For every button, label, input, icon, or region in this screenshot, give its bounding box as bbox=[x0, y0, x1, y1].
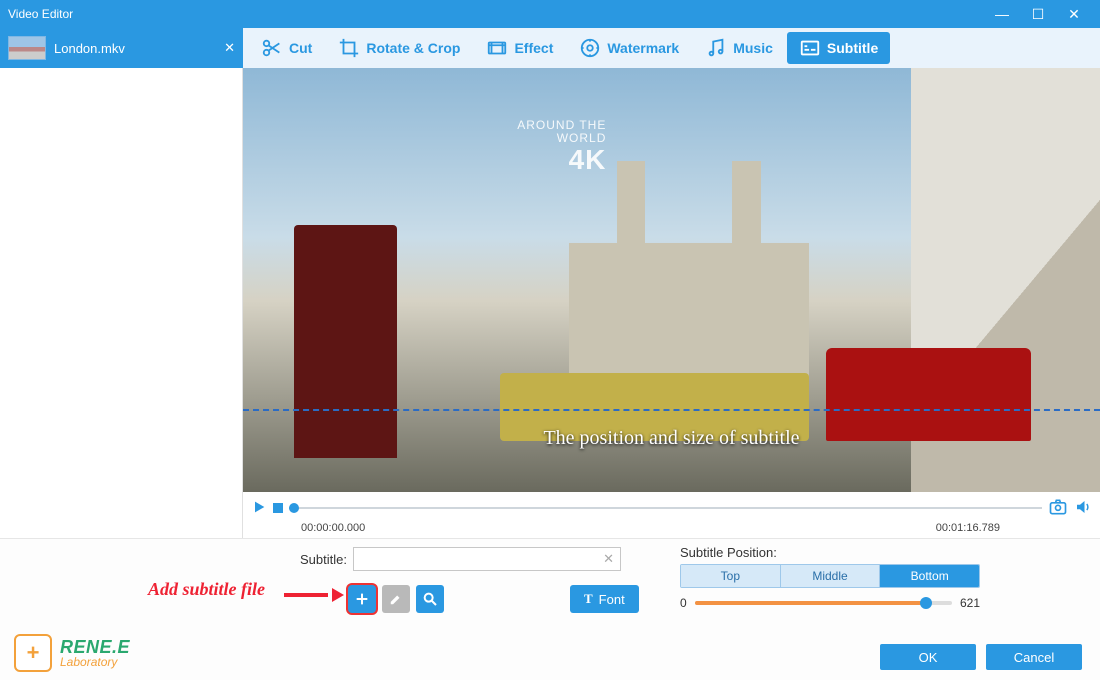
snapshot-button[interactable] bbox=[1048, 497, 1068, 520]
subtitle-overlay: The position and size of subtitle bbox=[243, 427, 1100, 450]
file-tab[interactable]: London.mkv ✕ bbox=[0, 28, 243, 68]
seek-track[interactable] bbox=[289, 501, 1042, 515]
position-label: Subtitle Position: bbox=[680, 545, 980, 560]
font-icon: T bbox=[584, 591, 593, 607]
watermark-button[interactable]: Watermark bbox=[567, 32, 691, 64]
time-current: 00:00:00.000 bbox=[301, 522, 365, 534]
close-window-button[interactable]: ✕ bbox=[1056, 6, 1092, 23]
file-thumbnail bbox=[8, 36, 46, 60]
play-button[interactable] bbox=[251, 499, 267, 518]
clear-input-icon[interactable]: ✕ bbox=[603, 551, 614, 567]
font-button[interactable]: T Font bbox=[570, 585, 639, 613]
stop-button[interactable] bbox=[273, 503, 283, 513]
rotate-crop-button[interactable]: Rotate & Crop bbox=[326, 32, 472, 64]
crop-icon bbox=[338, 37, 360, 59]
maximize-button[interactable]: ☐ bbox=[1020, 6, 1056, 23]
music-icon bbox=[705, 37, 727, 59]
close-file-icon[interactable]: ✕ bbox=[224, 40, 235, 56]
watermark-icon bbox=[579, 37, 601, 59]
window-title: Video Editor bbox=[8, 7, 984, 21]
position-middle[interactable]: Middle bbox=[780, 565, 880, 587]
edit-subtitle-button[interactable] bbox=[382, 585, 410, 613]
search-subtitle-button[interactable] bbox=[416, 585, 444, 613]
sidebar bbox=[0, 68, 243, 538]
video-watermark: AROUND THE WORLD 4K bbox=[517, 119, 606, 176]
subtitle-label: Subtitle: bbox=[300, 552, 347, 567]
toolbar: Cut Rotate & Crop Effect Watermark Music… bbox=[243, 28, 1100, 68]
position-bottom[interactable]: Bottom bbox=[879, 565, 979, 587]
music-button[interactable]: Music bbox=[693, 32, 785, 64]
cancel-button[interactable]: Cancel bbox=[986, 644, 1082, 670]
video-preview[interactable]: AROUND THE WORLD 4K The position and siz… bbox=[243, 68, 1100, 492]
position-segmented: Top Middle Bottom bbox=[680, 564, 980, 588]
add-subtitle-button[interactable] bbox=[348, 585, 376, 613]
position-top[interactable]: Top bbox=[681, 565, 780, 587]
volume-button[interactable] bbox=[1074, 498, 1092, 519]
annotation-hint: Add subtitle file bbox=[148, 579, 265, 600]
subtitle-button[interactable]: Subtitle bbox=[787, 32, 890, 64]
subtitle-input[interactable]: ✕ bbox=[353, 547, 621, 571]
subtitle-icon bbox=[799, 37, 821, 59]
slider-max: 621 bbox=[960, 596, 980, 610]
timeline bbox=[243, 492, 1100, 522]
logo-badge-icon: + bbox=[14, 634, 52, 672]
effect-icon bbox=[486, 37, 508, 59]
scissors-icon bbox=[261, 37, 283, 59]
title-bar: Video Editor — ☐ ✕ bbox=[0, 0, 1100, 28]
effect-button[interactable]: Effect bbox=[474, 32, 565, 64]
slider-min: 0 bbox=[680, 596, 687, 610]
subtitle-guide-line[interactable] bbox=[243, 409, 1100, 411]
annotation-arrow-icon bbox=[284, 591, 344, 599]
time-total: 00:01:16.789 bbox=[936, 522, 1000, 534]
bottom-panel: Subtitle: ✕ T Font Subtitle Position: To… bbox=[0, 538, 1100, 680]
file-name: London.mkv bbox=[54, 41, 125, 56]
ok-button[interactable]: OK bbox=[880, 644, 976, 670]
brand-logo: + RENE.E Laboratory bbox=[14, 634, 130, 672]
minimize-button[interactable]: — bbox=[984, 6, 1020, 22]
cut-button[interactable]: Cut bbox=[249, 32, 324, 64]
position-slider[interactable] bbox=[695, 601, 952, 605]
